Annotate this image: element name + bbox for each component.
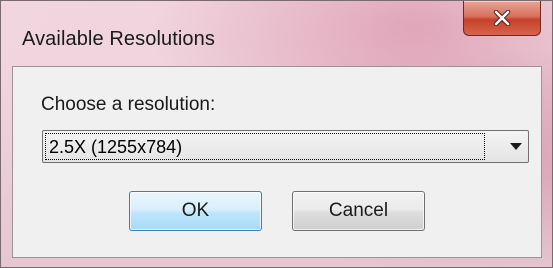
window-title: Available Resolutions: [22, 28, 215, 50]
dialog-window: Available Resolutions Choose a resolutio…: [0, 0, 553, 268]
dialog-body: Choose a resolution: 2.5X (1255x784) OK …: [12, 66, 542, 258]
choose-resolution-label: Choose a resolution:: [41, 94, 216, 115]
close-icon: [464, 1, 540, 34]
chevron-down-icon: [510, 143, 522, 150]
close-button[interactable]: [463, 1, 541, 36]
ok-button[interactable]: OK: [129, 191, 262, 231]
selected-resolution: 2.5X (1255x784): [49, 137, 183, 157]
resolution-dropdown[interactable]: 2.5X (1255x784): [42, 130, 529, 163]
cancel-button[interactable]: Cancel: [292, 191, 425, 231]
focus-rectangle: 2.5X (1255x784): [45, 133, 485, 160]
